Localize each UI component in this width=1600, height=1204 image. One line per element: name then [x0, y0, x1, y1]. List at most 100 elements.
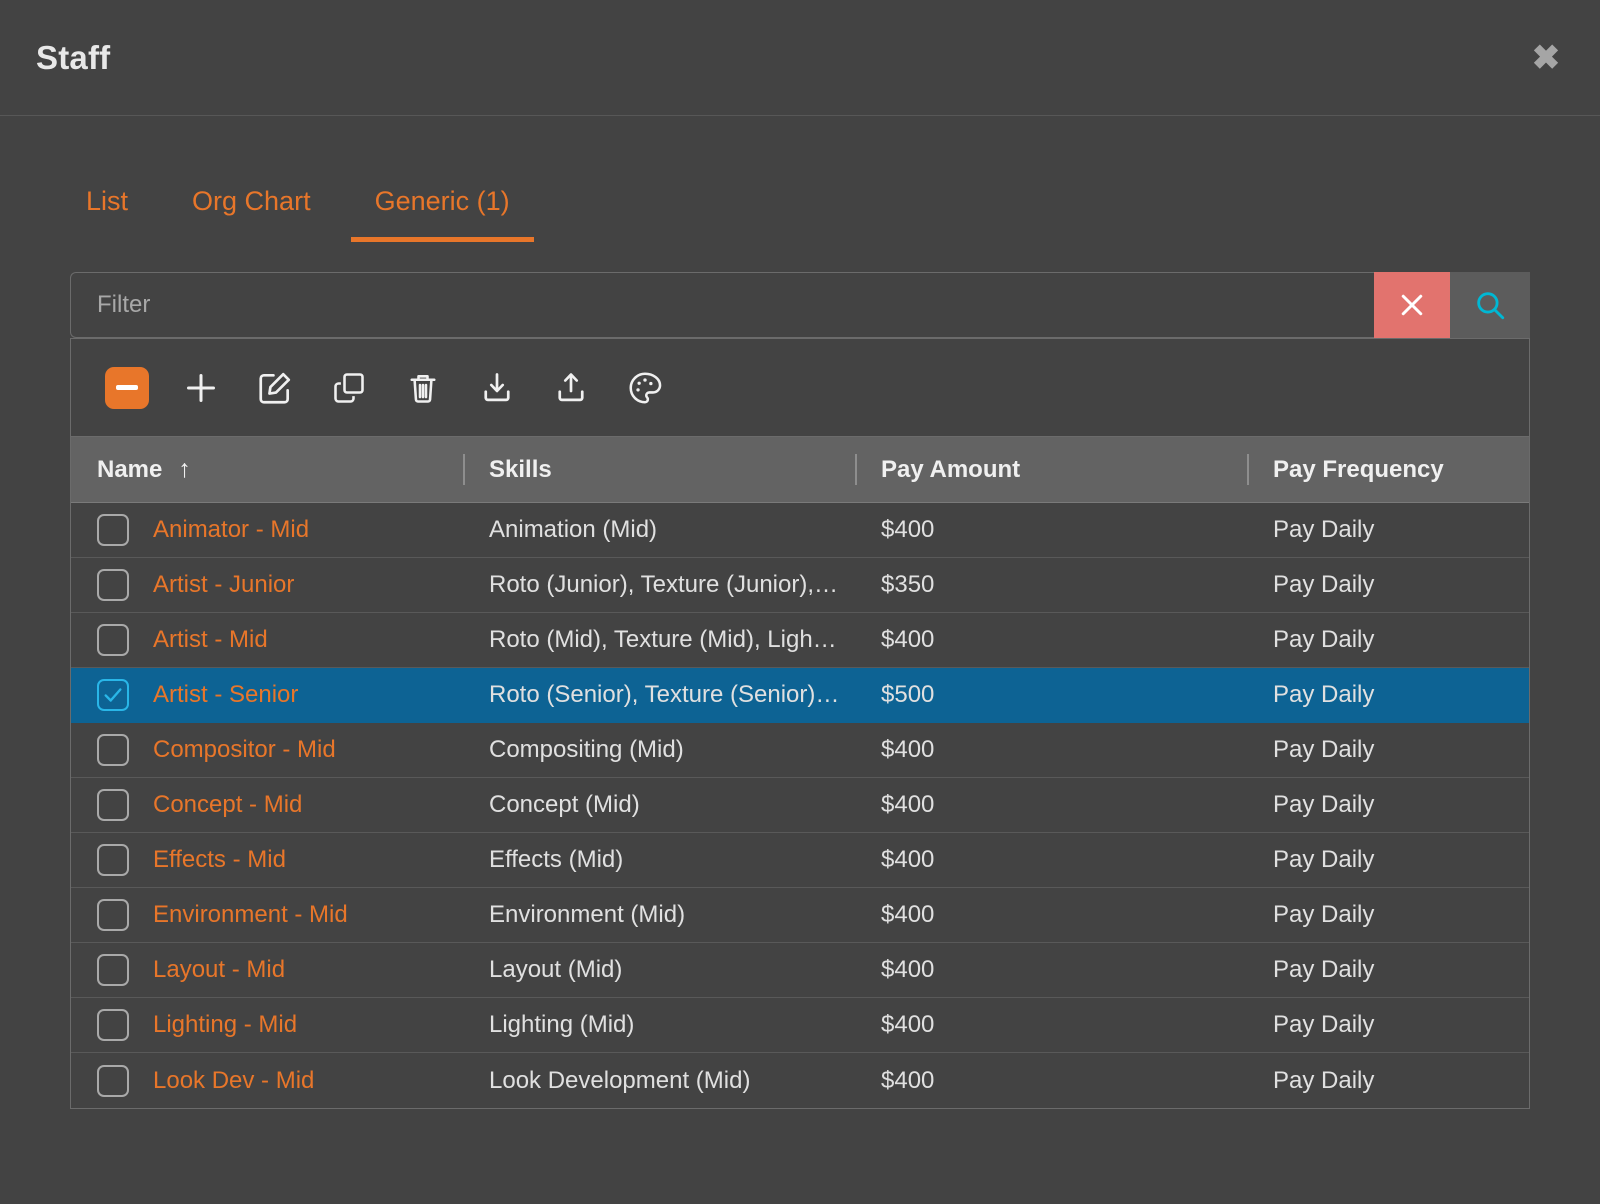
tab-org-chart[interactable]: Org Chart: [168, 188, 335, 242]
column-header-pay-frequency[interactable]: Pay Frequency: [1247, 437, 1529, 502]
row-name[interactable]: Compositor - Mid: [153, 736, 336, 764]
table-row[interactable]: Artist - Junior Roto (Junior), Texture (J…: [71, 558, 1529, 613]
row-skills: Roto (Junior), Texture (Junior), …: [489, 571, 845, 598]
filter-search-button[interactable]: [1450, 272, 1530, 338]
row-pay-frequency: Pay Daily: [1273, 681, 1375, 708]
table-toolbar: [70, 338, 1530, 436]
row-checkbox[interactable]: [97, 1064, 129, 1097]
row-skills: Roto (Mid), Texture (Mid), Lighti…: [489, 626, 849, 653]
row-pay-amount: $400: [881, 1066, 935, 1094]
row-checkbox[interactable]: [97, 569, 129, 601]
tab-bar: List Org Chart Generic (1): [0, 116, 1600, 242]
row-skills: Environment (Mid): [489, 901, 686, 928]
window-titlebar: Staff ✖: [0, 0, 1600, 116]
filter-input[interactable]: [70, 272, 1374, 338]
table-body: Animator - Mid Animation (Mid) $400 Pay Dai…: [71, 503, 1529, 1108]
column-header-pay-amount-label: Pay Amount: [881, 455, 1021, 483]
row-pay-frequency: Pay Daily: [1273, 516, 1375, 543]
table-row[interactable]: Concept - Mid Concept (Mid) $400 Pay Daily: [71, 778, 1529, 833]
add-button[interactable]: [167, 354, 235, 422]
filter-bar: [70, 272, 1530, 338]
row-pay-frequency: Pay Daily: [1273, 956, 1375, 983]
staff-table: Name ↑ Skills Pay Amount Pay Frequency A…: [70, 436, 1530, 1109]
row-name[interactable]: Layout - Mid: [153, 956, 285, 984]
row-skills: Animation (Mid): [489, 516, 658, 543]
dialog-body: Name ↑ Skills Pay Amount Pay Frequency A…: [0, 242, 1600, 1204]
row-pay-amount: $500: [881, 681, 935, 708]
tab-generic[interactable]: Generic (1): [350, 188, 534, 242]
row-pay-amount: $400: [881, 626, 935, 653]
row-checkbox[interactable]: [97, 514, 129, 546]
row-name[interactable]: Artist - Junior: [153, 571, 294, 599]
row-pay-frequency: Pay Daily: [1273, 1011, 1375, 1038]
row-checkbox[interactable]: [97, 789, 129, 821]
sort-ascending-icon: ↑: [178, 455, 191, 483]
column-header-skills-label: Skills: [489, 455, 552, 483]
row-pay-frequency: Pay Daily: [1273, 1066, 1375, 1094]
row-checkbox[interactable]: [97, 1009, 129, 1041]
row-name[interactable]: Look Dev - Mid: [153, 1067, 314, 1095]
row-name[interactable]: Lighting - Mid: [153, 1011, 297, 1039]
row-name[interactable]: Artist - Mid: [153, 626, 268, 654]
tab-list[interactable]: List: [62, 188, 152, 242]
plus-icon: [187, 373, 215, 402]
pencil-square-icon: [259, 372, 291, 404]
column-header-name-label: Name: [97, 455, 163, 483]
download-icon: [484, 372, 510, 401]
row-name[interactable]: Artist - Senior: [153, 681, 298, 709]
table-row[interactable]: Effects - Mid Effects (Mid) $400 Pay Daily: [71, 833, 1529, 888]
row-checkbox[interactable]: [97, 624, 129, 656]
export-button[interactable]: [537, 354, 605, 422]
row-name[interactable]: Effects - Mid: [153, 846, 286, 874]
row-pay-amount: $400: [881, 846, 935, 873]
table-row[interactable]: Layout - Mid Layout (Mid) $400 Pay Daily: [71, 943, 1529, 998]
row-checkbox[interactable]: [97, 954, 129, 986]
row-skills: Roto (Senior), Texture (Senior), …: [489, 681, 853, 708]
row-name[interactable]: Environment - Mid: [153, 901, 348, 929]
row-skills: Layout (Mid): [489, 956, 623, 983]
row-checkbox[interactable]: [97, 844, 129, 876]
row-skills: Effects (Mid): [489, 846, 624, 873]
staff-window: Staff ✖ List Org Chart Generic (1) Filte…: [0, 0, 1600, 1204]
row-checkbox[interactable]: [97, 679, 129, 711]
copy-icon: [334, 372, 364, 403]
column-header-pay-frequency-label: Pay Frequency: [1273, 455, 1444, 483]
delete-button[interactable]: [389, 354, 457, 422]
table-row[interactable]: Environment - Mid Environment (Mid) $400 Pa…: [71, 888, 1529, 943]
row-skills: Lighting (Mid): [489, 1011, 635, 1038]
row-skills: Look Development (Mid): [489, 1066, 751, 1094]
color-button[interactable]: [611, 354, 679, 422]
row-checkbox[interactable]: [97, 734, 129, 766]
row-pay-amount: $400: [881, 1011, 935, 1038]
table-row[interactable]: Lighting - Mid Lighting (Mid) $400 Pay Dail…: [71, 998, 1529, 1053]
palette-icon: [629, 371, 662, 404]
column-header-name[interactable]: Name ↑: [71, 437, 463, 502]
row-pay-amount: $350: [881, 571, 935, 598]
column-header-pay-amount[interactable]: Pay Amount: [855, 437, 1247, 502]
table-row[interactable]: Look Dev - Mid Look Development (Mid) $400…: [71, 1053, 1529, 1108]
close-icon[interactable]: ✖: [1524, 36, 1568, 80]
duplicate-button[interactable]: [315, 354, 383, 422]
row-name[interactable]: Animator - Mid: [153, 516, 309, 544]
table-row[interactable]: Animator - Mid Animation (Mid) $400 Pay Dai…: [71, 503, 1529, 558]
import-button[interactable]: [463, 354, 531, 422]
edit-button[interactable]: [241, 354, 309, 422]
table-row[interactable]: Compositor - Mid Compositing (Mid) $400 Pay…: [71, 723, 1529, 778]
table-row[interactable]: Artist - Mid Roto (Mid), Texture (Mid), L…: [71, 613, 1529, 668]
upload-icon: [558, 372, 584, 401]
row-pay-frequency: Pay Daily: [1273, 626, 1375, 653]
row-pay-frequency: Pay Daily: [1273, 846, 1375, 873]
row-pay-frequency: Pay Daily: [1273, 736, 1375, 763]
row-pay-frequency: Pay Daily: [1273, 901, 1375, 928]
row-pay-amount: $400: [881, 791, 935, 818]
table-row[interactable]: Artist - Senior Roto (Senior), Texture (S…: [71, 668, 1529, 723]
minus-icon: [105, 366, 149, 409]
column-header-skills[interactable]: Skills: [463, 437, 855, 502]
row-pay-amount: $400: [881, 956, 935, 983]
row-skills: Concept (Mid): [489, 791, 640, 818]
table-header-row: Name ↑ Skills Pay Amount Pay Frequency: [71, 437, 1529, 503]
filter-clear-button[interactable]: [1374, 272, 1450, 338]
row-name[interactable]: Concept - Mid: [153, 791, 302, 819]
row-checkbox[interactable]: [97, 899, 129, 931]
remove-button[interactable]: [93, 354, 161, 422]
